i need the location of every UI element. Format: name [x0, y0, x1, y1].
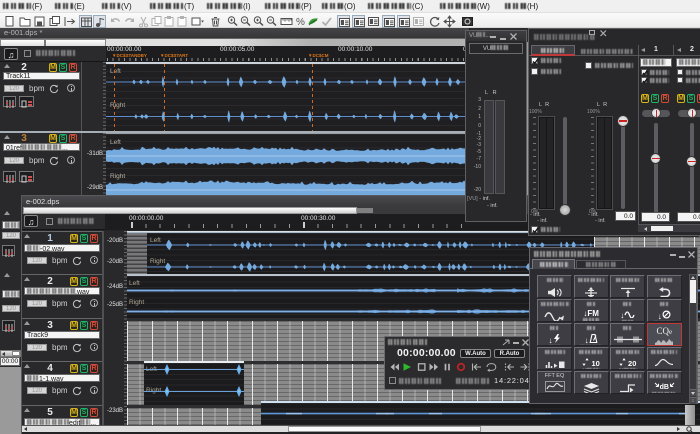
svg-text:%: %: [296, 17, 305, 28]
